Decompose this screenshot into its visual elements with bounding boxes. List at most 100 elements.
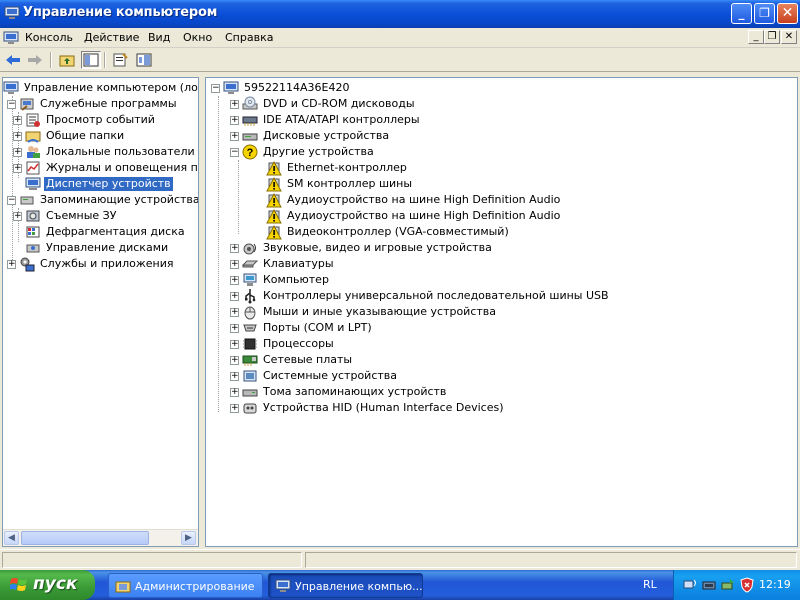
tree-item-label: Аудиоустройство на шине High Definition … [287,193,561,206]
scroll-thumb[interactable] [21,531,149,545]
help-button[interactable] [134,51,154,69]
tree-item[interactable]: Управление дисками [13,240,170,256]
safely-remove-hardware-icon[interactable] [720,577,736,593]
child-close-button[interactable]: ✕ [781,30,797,44]
device-tree-item[interactable]: Аудиоустройство на шине High Definition … [254,208,562,224]
expand-toggle[interactable]: + [13,163,22,173]
tree-item[interactable]: Диспетчер устройств [13,176,173,192]
security-shield-icon[interactable] [739,577,755,593]
scroll-left-arrow-icon[interactable]: ◀ [4,531,19,545]
expand-toggle[interactable]: + [13,131,22,141]
menu-window[interactable]: Окно [183,31,212,44]
menu-help[interactable]: Справка [225,31,273,44]
device-tree-item[interactable]: + Клавиатуры [230,256,336,272]
device-tree-item[interactable]: + Звуковые, видео и игровые устройства [230,240,494,256]
device-tree-item[interactable]: Ethernet-контроллер [254,160,409,176]
expand-toggle[interactable]: + [230,403,239,413]
hardware-icon[interactable] [701,577,717,593]
menu-console[interactable]: Консоль [25,31,73,44]
users-icon [27,146,40,158]
forward-button[interactable] [25,51,45,69]
taskbar-button-computer-management[interactable]: Управление компью... [268,573,423,598]
maximize-button[interactable]: ❐ [754,3,775,24]
console-icon[interactable] [3,30,19,46]
collapse-toggle[interactable]: − [230,147,239,157]
device-tree-item[interactable]: + Системные устройства [230,368,399,384]
device-tree-root[interactable]: − 59522114A36E420 [211,80,351,96]
collapse-toggle[interactable]: − [7,99,16,109]
device-tree-item[interactable]: + Контроллеры универсальной последователь… [230,288,611,304]
device-tree-item[interactable]: + Дисковые устройства [230,128,391,144]
expand-toggle[interactable]: + [7,259,16,269]
menu-view[interactable]: Вид [148,31,170,44]
horizontal-scrollbar[interactable]: ◀ ▶ [3,529,198,546]
expand-toggle[interactable]: + [230,387,239,397]
back-button[interactable] [3,51,23,69]
expand-toggle[interactable]: + [230,355,239,365]
properties-button[interactable] [110,51,130,69]
expand-toggle[interactable]: + [230,307,239,317]
device-tree-item[interactable]: + Мыши и иные указывающие устройства [230,304,498,320]
tree-item[interactable]: + Локальные пользователи и гр [13,144,198,160]
device-tree-item[interactable]: + Компьютер [230,272,331,288]
expand-toggle[interactable]: + [13,211,22,221]
tree-item[interactable]: + Просмотр событий [13,112,157,128]
device-tree-item[interactable]: + Тома запоминающих устройств [230,384,448,400]
expand-toggle[interactable]: + [230,131,239,141]
device-tree-item[interactable]: + Сетевые платы [230,352,354,368]
expand-toggle[interactable]: + [13,147,22,157]
collapse-toggle[interactable]: − [211,83,220,93]
tree-item[interactable]: + Общие папки [13,128,126,144]
taskbar-button-administration[interactable]: Администрирование [108,573,263,598]
expand-toggle[interactable]: + [230,323,239,333]
tree-root-computer-management[interactable]: Управление компьютером (локальны [3,80,198,96]
device-tree-item[interactable]: + Процессоры [230,336,336,352]
up-level-button[interactable] [57,51,77,69]
expand-toggle[interactable]: + [230,275,239,285]
system-tray: 12:19 [673,570,800,600]
expand-toggle[interactable]: + [13,115,22,125]
tree-item[interactable]: + Службы и приложения [7,256,175,272]
close-button[interactable]: ✕ [777,3,798,24]
child-restore-button[interactable]: ❐ [764,30,780,44]
device-tree-item[interactable]: + Порты (COM и LPT) [230,320,374,336]
language-indicator[interactable]: RL [643,578,657,591]
expand-toggle[interactable]: + [230,259,239,269]
expand-toggle[interactable]: + [230,115,239,125]
collapse-toggle[interactable]: − [7,195,16,205]
expand-toggle[interactable]: + [230,243,239,253]
warning-device-icon [266,224,282,240]
tree-item[interactable]: + Съемные ЗУ [13,208,118,224]
scroll-right-arrow-icon[interactable]: ▶ [181,531,196,545]
menu-action[interactable]: Действие [84,31,139,44]
performance-logs-icon [26,161,40,175]
console-tree-pane[interactable]: Управление компьютером (локальны − Служеб… [2,77,199,547]
warning-device-icon [266,176,282,192]
minimize-button[interactable]: _ [731,3,752,24]
expand-toggle[interactable]: + [230,291,239,301]
device-tree-pane[interactable]: − 59522114A36E420 + DVD и CD-ROM дисковод… [205,77,798,547]
expand-toggle[interactable]: + [230,99,239,109]
device-tree-item[interactable]: + IDE ATA/ATAPI контроллеры [230,112,422,128]
clock[interactable]: 12:19 [759,578,791,591]
network-icon[interactable] [682,577,698,593]
device-tree-item[interactable]: SM контроллер шины [254,176,414,192]
tree-item[interactable]: Дефрагментация диска [13,224,187,240]
start-label: пуск [33,574,78,594]
tree-item[interactable]: − Запоминающие устройства [7,192,198,208]
show-hide-tree-button[interactable] [81,51,101,69]
device-tree-item[interactable]: −? Другие устройства [230,144,376,160]
start-button[interactable]: пуск [0,570,95,600]
device-tree-item[interactable]: Аудиоустройство на шине High Definition … [254,192,562,208]
device-tree-item[interactable]: + Устройства HID (Human Interface Devices… [230,400,506,416]
tree-item[interactable]: + Журналы и оповещения прои [13,160,198,176]
child-minimize-button[interactable]: _ [748,30,764,44]
device-tree-item[interactable]: Видеоконтроллер (VGA-совместимый) [254,224,511,240]
tree-item[interactable]: − Служебные программы [7,96,179,112]
expand-toggle[interactable]: + [230,371,239,381]
network-card-icon [242,355,258,366]
computer-icon [243,273,257,286]
device-tree-item[interactable]: + DVD и CD-ROM дисководы [230,96,417,112]
title-bar[interactable]: Управление компьютером _ ❐ ✕ [0,0,800,28]
expand-toggle[interactable]: + [230,339,239,349]
